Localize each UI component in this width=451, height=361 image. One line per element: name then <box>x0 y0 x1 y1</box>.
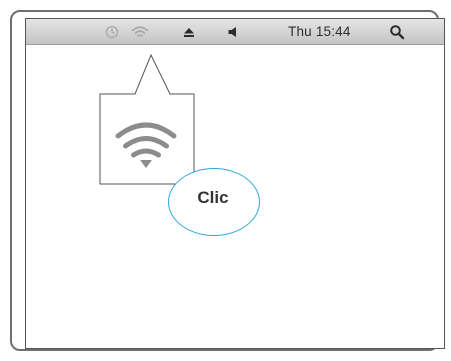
click-hint-label: Clic <box>197 188 229 207</box>
